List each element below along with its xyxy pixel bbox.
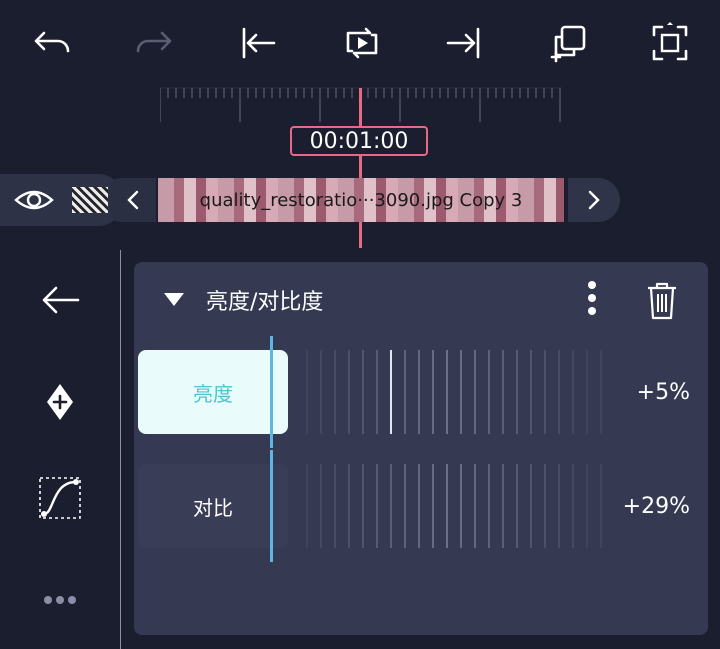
duplicate-button[interactable] bbox=[540, 18, 596, 68]
trash-icon[interactable] bbox=[646, 280, 678, 320]
add-keyframe-button[interactable] bbox=[30, 374, 90, 430]
slider-tick bbox=[376, 350, 378, 434]
collapse-triangle-icon[interactable] bbox=[164, 293, 184, 306]
eye-icon[interactable] bbox=[14, 186, 54, 214]
clip-label: quality_restoratio···3090.jpg Copy 3 bbox=[199, 189, 523, 211]
clip-prev-button[interactable] bbox=[110, 178, 156, 222]
fullscreen-button[interactable] bbox=[642, 18, 698, 68]
more-options-button[interactable] bbox=[30, 572, 90, 628]
slider-tick bbox=[544, 350, 546, 434]
jump-to-start-button[interactable] bbox=[230, 18, 286, 68]
contrast-slider[interactable] bbox=[306, 464, 606, 548]
slider-tick bbox=[334, 464, 336, 548]
bezier-curve-icon bbox=[39, 477, 81, 519]
slider-tick bbox=[530, 464, 532, 548]
clip-next-button[interactable] bbox=[568, 178, 620, 222]
slider-tick bbox=[404, 464, 406, 548]
slider-tick bbox=[390, 350, 392, 434]
brightness-tab[interactable]: 亮度 bbox=[138, 350, 288, 434]
slider-tick bbox=[558, 464, 560, 548]
slider-tick bbox=[320, 350, 322, 434]
brightness-slider[interactable] bbox=[306, 350, 606, 434]
curve-button[interactable] bbox=[30, 470, 90, 526]
duplicate-icon bbox=[550, 25, 586, 63]
slider-tick bbox=[348, 464, 350, 548]
current-time: 00:01:00 bbox=[290, 126, 428, 156]
slider-tick bbox=[488, 350, 490, 434]
contrast-center-marker bbox=[270, 450, 273, 562]
undo-button[interactable] bbox=[24, 18, 80, 68]
slider-tick bbox=[572, 464, 574, 548]
slider-tick bbox=[446, 464, 448, 548]
slider-tick bbox=[544, 464, 546, 548]
slider-tick bbox=[348, 350, 350, 434]
vertical-dots-icon[interactable] bbox=[582, 280, 602, 316]
slider-tick bbox=[488, 464, 490, 548]
keyframe-add-icon bbox=[47, 384, 73, 420]
slider-tick bbox=[432, 464, 434, 548]
slider-tick bbox=[376, 464, 378, 548]
slider-tick bbox=[572, 350, 574, 434]
ellipsis-icon bbox=[44, 596, 76, 604]
slider-tick bbox=[516, 464, 518, 548]
slider-tick bbox=[586, 350, 588, 434]
slider-tick bbox=[600, 350, 602, 434]
video-clip[interactable]: quality_restoratio···3090.jpg Copy 3 bbox=[158, 178, 564, 222]
jump-to-end-button[interactable] bbox=[436, 18, 492, 68]
brightness-value: +5% bbox=[636, 380, 690, 405]
jump-to-start-icon bbox=[242, 27, 276, 59]
slider-tick bbox=[558, 350, 560, 434]
redo-icon bbox=[136, 31, 172, 53]
slider-tick bbox=[320, 464, 322, 548]
slider-tick bbox=[502, 464, 504, 548]
slider-tick bbox=[362, 464, 364, 548]
playhead[interactable] bbox=[359, 88, 362, 248]
chevron-left-icon bbox=[127, 190, 139, 210]
redo-button[interactable] bbox=[126, 18, 182, 68]
slider-tick bbox=[474, 350, 476, 434]
slider-tick bbox=[446, 350, 448, 434]
slider-tick bbox=[460, 350, 462, 434]
slider-tick bbox=[334, 350, 336, 434]
slider-tick bbox=[586, 464, 588, 548]
brightness-center-marker bbox=[270, 336, 273, 448]
slider-tick bbox=[306, 350, 308, 434]
slider-tick bbox=[404, 350, 406, 434]
contrast-value: +29% bbox=[622, 494, 690, 519]
slider-tick bbox=[530, 350, 532, 434]
slider-tick bbox=[460, 464, 462, 548]
slider-tick bbox=[418, 464, 420, 548]
slider-tick bbox=[600, 464, 602, 548]
fullscreen-icon bbox=[652, 22, 688, 61]
slider-tick bbox=[418, 350, 420, 434]
brightness-contrast-panel: 亮度/对比度 亮度 +5% 对比 +29% bbox=[134, 262, 708, 635]
play-loop-button[interactable] bbox=[334, 18, 390, 68]
track-thumbnail bbox=[72, 187, 108, 213]
slider-tick bbox=[474, 464, 476, 548]
arrow-left-icon bbox=[42, 286, 80, 314]
chevron-right-icon bbox=[588, 190, 600, 210]
play-loop-icon bbox=[346, 27, 378, 59]
panel-title: 亮度/对比度 bbox=[206, 290, 324, 315]
slider-tick bbox=[362, 350, 364, 434]
slider-tick bbox=[432, 350, 434, 434]
back-button[interactable] bbox=[30, 272, 90, 328]
jump-to-end-icon bbox=[446, 27, 480, 59]
contrast-tab[interactable]: 对比 bbox=[138, 464, 288, 548]
sidebar-divider bbox=[120, 250, 121, 649]
slider-tick bbox=[390, 464, 392, 548]
undo-icon bbox=[34, 31, 70, 53]
slider-tick bbox=[306, 464, 308, 548]
slider-tick bbox=[502, 350, 504, 434]
slider-tick bbox=[516, 350, 518, 434]
